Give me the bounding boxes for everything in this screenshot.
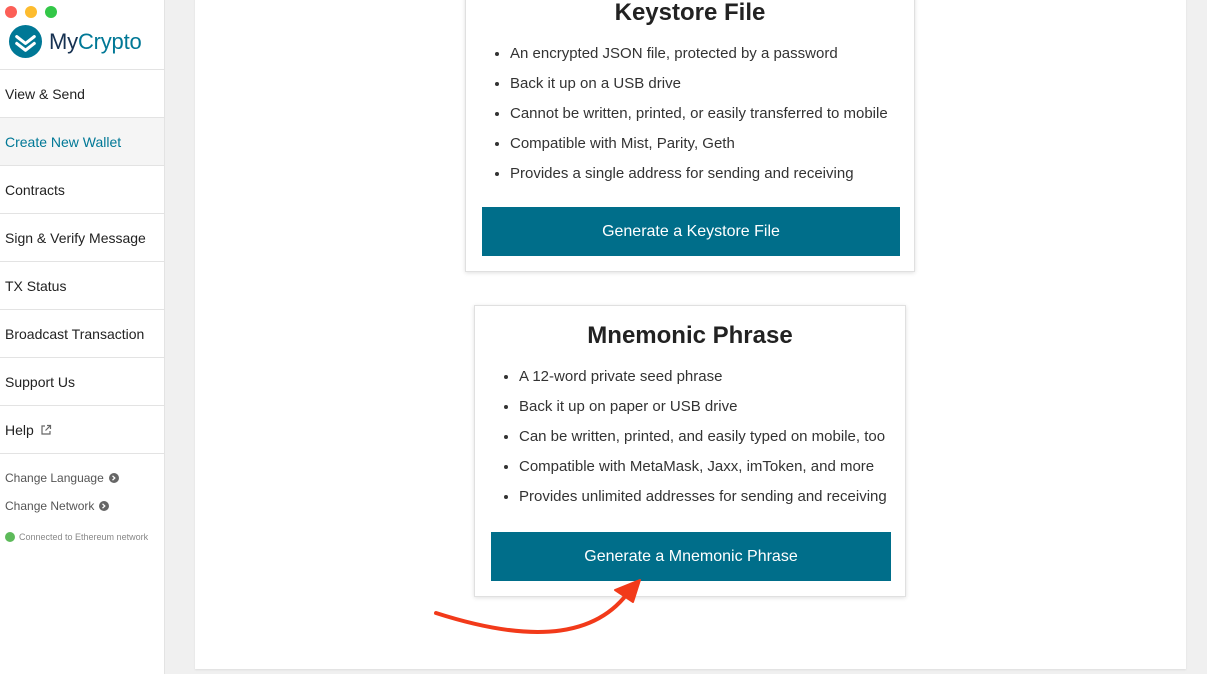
mycrypto-logo-icon (8, 24, 43, 59)
sidebar-item-label: View & Send (5, 85, 85, 102)
mnemonic-card-title: Mnemonic Phrase (587, 322, 793, 349)
arrow-circle-right-icon (99, 501, 110, 511)
sidebar: MyCrypto View & Send Create New Wallet C… (0, 0, 165, 674)
mnemonic-phrase-card: Mnemonic Phrase A 12-word private seed p… (474, 305, 906, 597)
change-language-link[interactable]: Change Language (5, 464, 119, 492)
window-controls (5, 6, 57, 18)
generate-keystore-file-button[interactable]: Generate a Keystore File (482, 207, 900, 256)
sidebar-item-view-send[interactable]: View & Send (0, 70, 164, 118)
list-item: A 12-word private seed phrase (519, 362, 905, 392)
sidebar-item-tx-status[interactable]: TX Status (0, 262, 164, 310)
network-status-text: Connected to Ethereum network (19, 532, 149, 542)
list-item: Cannot be written, printed, or easily tr… (510, 99, 914, 129)
list-item: Back it up on paper or USB drive (519, 392, 905, 422)
brand-name: MyCrypto (49, 28, 142, 54)
sidebar-item-label: Support Us (5, 373, 76, 390)
list-item: Back it up on a USB drive (510, 69, 914, 99)
sidebar-item-label: Broadcast Transaction (5, 325, 145, 342)
list-item: Can be written, printed, and easily type… (519, 422, 905, 452)
generate-mnemonic-phrase-button[interactable]: Generate a Mnemonic Phrase (491, 532, 891, 581)
app-window: MyCrypto View & Send Create New Wallet C… (0, 0, 1207, 674)
keystore-file-card: Keystore File An encrypted JSON file, pr… (465, 0, 915, 272)
sidebar-item-sign-verify-message[interactable]: Sign & Verify Message (0, 214, 164, 262)
sidebar-item-label: Contracts (5, 181, 65, 198)
status-indicator-dot (5, 532, 15, 542)
list-item: Provides unlimited addresses for sending… (519, 482, 905, 512)
maximize-window-button[interactable] (45, 6, 57, 18)
close-window-button[interactable] (5, 6, 17, 18)
list-item: Compatible with Mist, Parity, Geth (510, 129, 914, 159)
sidebar-item-support-us[interactable]: Support Us (0, 358, 164, 406)
list-item: An encrypted JSON file, protected by a p… (510, 39, 914, 69)
list-item: Provides a single address for sending an… (510, 159, 914, 189)
change-network-label: Change Network (5, 499, 95, 513)
sidebar-item-label: TX Status (5, 277, 67, 294)
external-link-icon (41, 424, 51, 435)
keystore-bullet-list: An encrypted JSON file, protected by a p… (466, 39, 914, 189)
sidebar-nav: View & Send Create New Wallet Contracts … (0, 69, 164, 454)
sidebar-item-label: Create New Wallet (5, 133, 122, 150)
mnemonic-bullet-list: A 12-word private seed phrase Back it up… (475, 362, 905, 512)
sidebar-item-help[interactable]: Help (0, 406, 164, 454)
sidebar-item-broadcast-transaction[interactable]: Broadcast Transaction (0, 310, 164, 358)
change-network-link[interactable]: Change Network (5, 492, 119, 520)
sidebar-item-label: Help (5, 421, 34, 438)
network-status: Connected to Ethereum network (5, 532, 148, 542)
sidebar-settings-links: Change Language Change Network (5, 464, 119, 520)
brand-logo[interactable]: MyCrypto (8, 24, 142, 59)
minimize-window-button[interactable] (25, 6, 37, 18)
list-item: Compatible with MetaMask, Jaxx, imToken,… (519, 452, 905, 482)
sidebar-item-label: Sign & Verify Message (5, 229, 146, 246)
change-language-label: Change Language (5, 471, 104, 485)
arrow-circle-right-icon (108, 473, 119, 483)
keystore-card-title: Keystore File (614, 0, 766, 26)
sidebar-item-create-new-wallet[interactable]: Create New Wallet (0, 118, 164, 166)
sidebar-item-contracts[interactable]: Contracts (0, 166, 164, 214)
